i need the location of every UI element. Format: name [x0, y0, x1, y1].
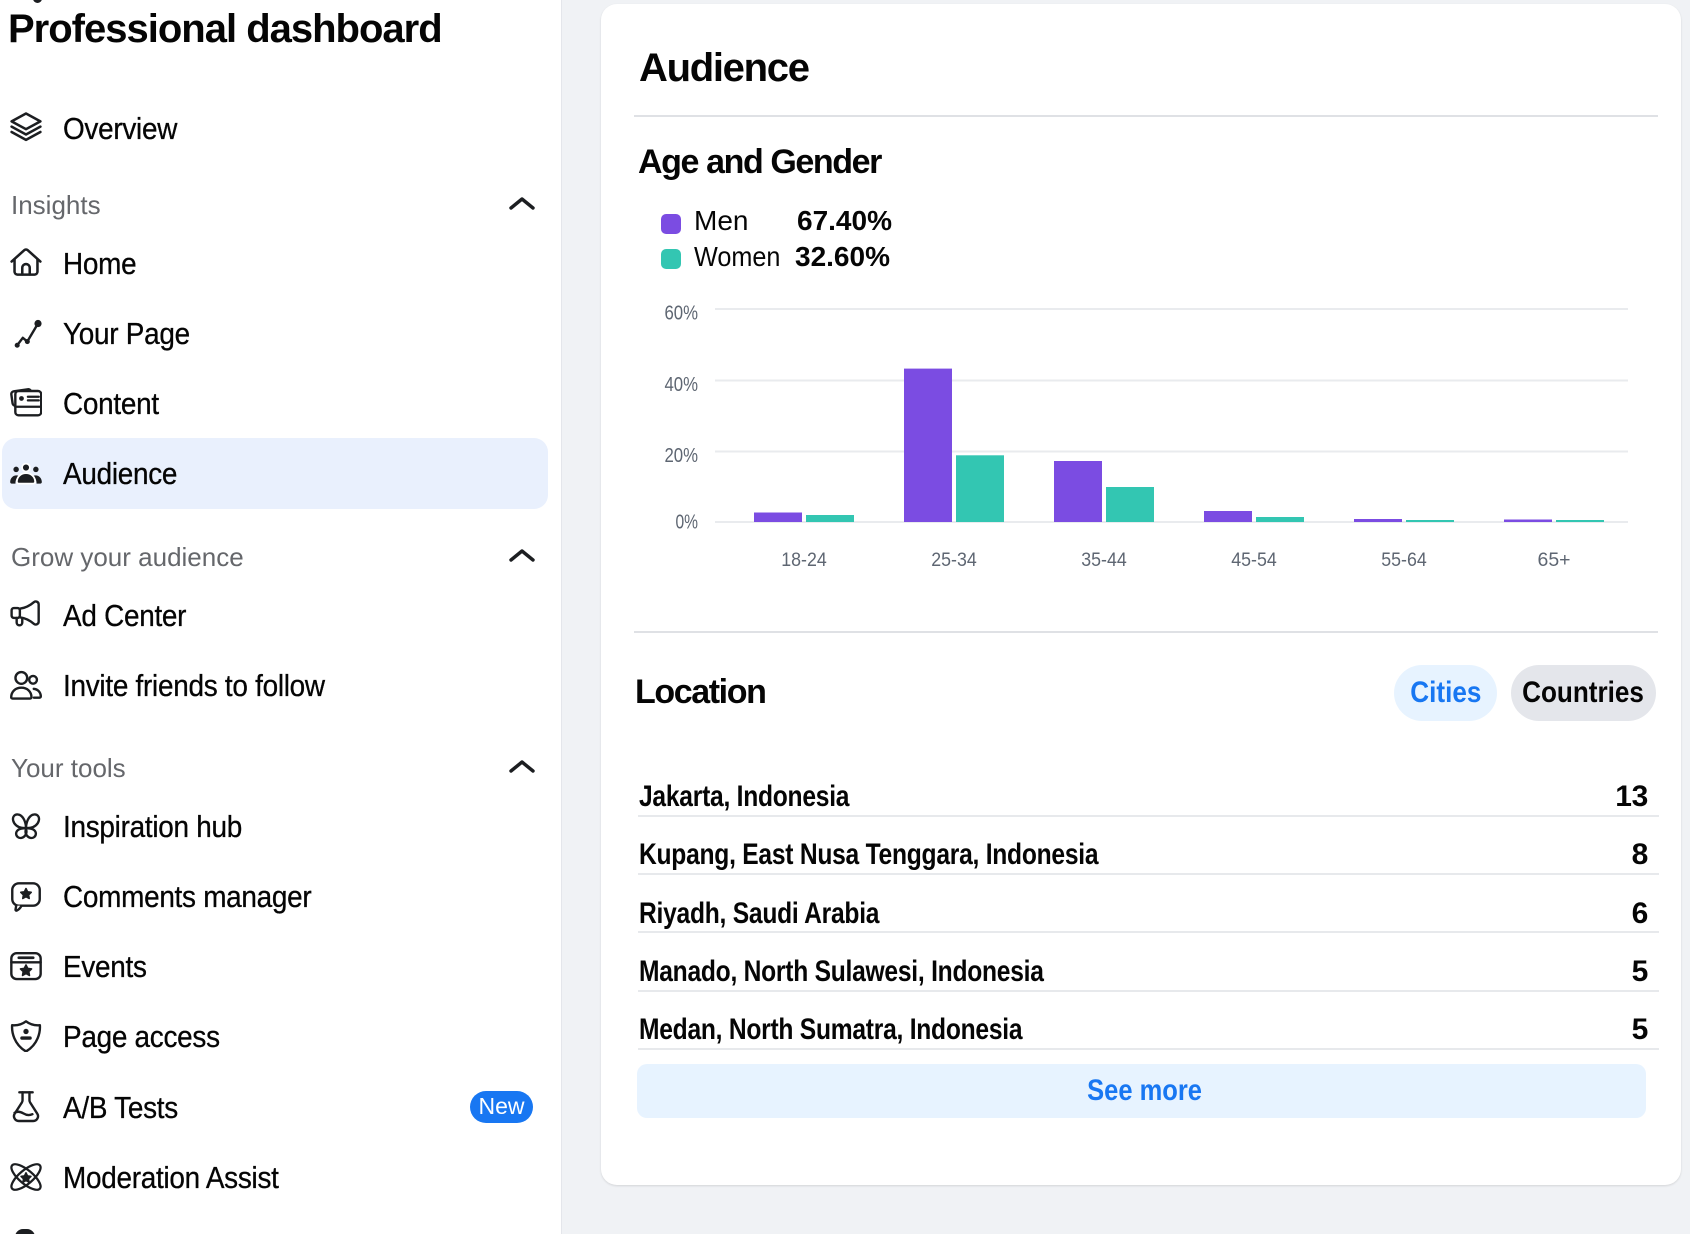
svg-text:18-24: 18-24: [781, 550, 827, 571]
svg-text:35-44: 35-44: [1081, 550, 1127, 571]
svg-text:60%: 60%: [665, 303, 699, 325]
svg-text:65+: 65+: [1538, 550, 1571, 571]
svg-text:0%: 0%: [676, 512, 699, 534]
svg-text:20%: 20%: [665, 445, 699, 467]
svg-text:55-64: 55-64: [1381, 550, 1427, 571]
svg-text:45-54: 45-54: [1231, 550, 1277, 571]
svg-text:40%: 40%: [665, 374, 699, 396]
svg-text:25-34: 25-34: [931, 550, 977, 571]
